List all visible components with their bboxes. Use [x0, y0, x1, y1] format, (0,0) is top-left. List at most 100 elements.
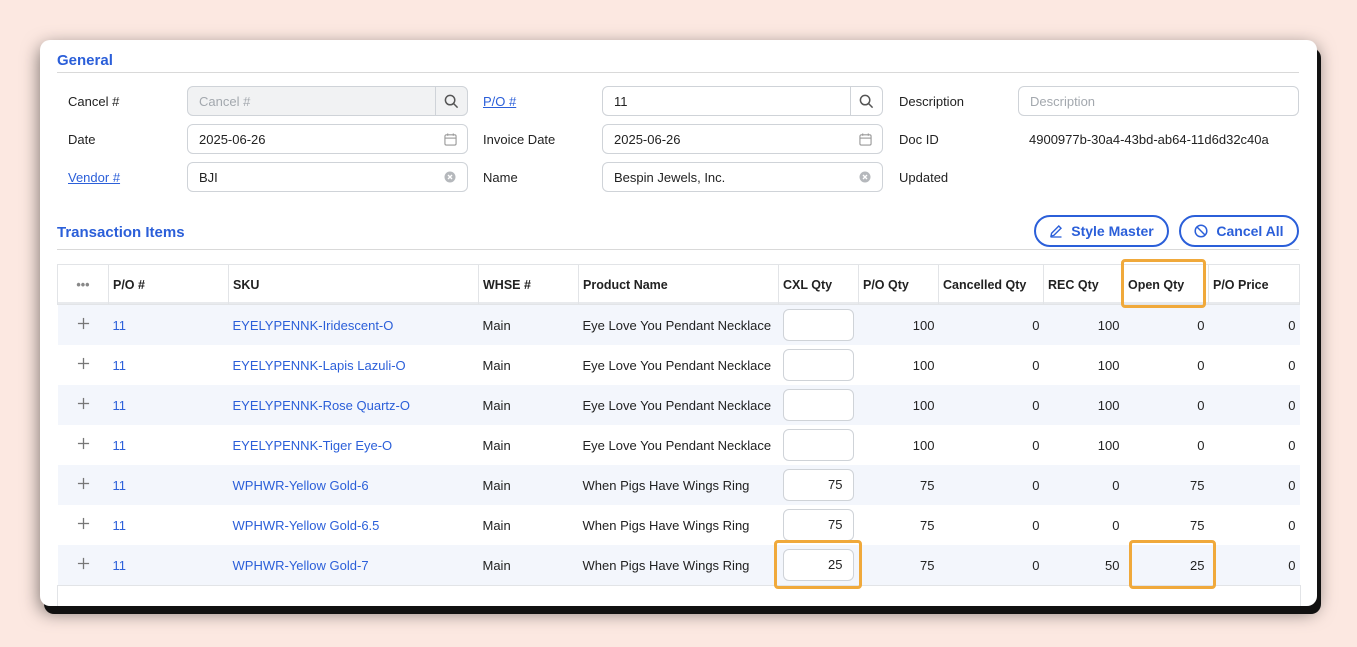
date-label: Date	[68, 132, 96, 147]
table-row: 11 EYELYPENNK-Tiger Eye-O Main Eye Love You…	[57, 425, 1300, 465]
sku-cell[interactable]: WPHWR-Yellow Gold-7	[228, 545, 479, 585]
po-number-link[interactable]: P/O #	[483, 94, 516, 109]
po-number-field[interactable]	[602, 86, 883, 116]
po-price-cell: 0	[1208, 505, 1300, 545]
expand-row-button[interactable]	[57, 465, 109, 505]
clear-icon[interactable]	[443, 170, 457, 184]
cxl-qty-input[interactable]: 25	[782, 549, 854, 581]
description-input[interactable]	[1019, 87, 1298, 115]
cxl-qty-cell	[778, 425, 859, 465]
cancel-po-form-card: General Cancel # P/O # Description Date …	[40, 40, 1317, 606]
date-field[interactable]	[187, 124, 468, 154]
table-row: 11 WPHWR-Yellow Gold-6 Main When Pigs Have …	[57, 465, 1300, 505]
column-header-sku[interactable]: SKU	[228, 264, 479, 305]
cxl-qty-input[interactable]	[782, 389, 854, 421]
po-number-input[interactable]	[603, 87, 851, 115]
cancel-number-search-button[interactable]	[435, 87, 467, 115]
doc-id-label: Doc ID	[899, 132, 939, 147]
po-qty-cell: 100	[858, 304, 939, 345]
column-header-whse[interactable]: WHSE #	[478, 264, 579, 305]
cancel-all-button[interactable]: Cancel All	[1179, 215, 1299, 247]
cancel-all-label: Cancel All	[1216, 223, 1284, 239]
search-icon	[444, 94, 459, 108]
plus-icon	[77, 317, 89, 330]
calendar-icon[interactable]	[443, 132, 457, 146]
po-number-cell[interactable]: 11	[108, 304, 229, 345]
cancelled-qty-cell: 0	[938, 505, 1044, 545]
po-number-cell[interactable]: 11	[108, 425, 229, 465]
vendor-number-link[interactable]: Vendor #	[68, 170, 120, 185]
po-number-cell[interactable]: 11	[108, 385, 229, 425]
column-header-cxl-qty[interactable]: CXL Qty	[778, 264, 859, 305]
po-number-cell[interactable]: 11	[108, 345, 229, 385]
sku-cell[interactable]: WPHWR-Yellow Gold-6	[228, 465, 479, 505]
expand-row-button[interactable]	[57, 345, 109, 385]
po-qty-cell: 75	[858, 505, 939, 545]
invoice-date-label: Invoice Date	[483, 132, 556, 147]
sku-cell[interactable]: EYELYPENNK-Iridescent-O	[228, 304, 479, 345]
plus-icon	[77, 557, 89, 570]
cxl-qty-input[interactable]: 75	[782, 509, 854, 541]
open-qty-cell: 75	[1123, 505, 1209, 545]
open-qty-cell: 0	[1123, 345, 1209, 385]
po-number-cell[interactable]: 11	[108, 465, 229, 505]
column-header-po[interactable]: P/O #	[108, 264, 229, 305]
cancelled-qty-cell: 0	[938, 385, 1044, 425]
clear-icon[interactable]	[858, 170, 872, 184]
rec-qty-cell: 100	[1043, 304, 1124, 345]
expand-row-button[interactable]	[57, 505, 109, 545]
cxl-qty-input[interactable]: 75	[782, 469, 854, 501]
cxl-qty-input[interactable]	[782, 349, 854, 381]
cancel-number-input	[188, 87, 436, 115]
plus-icon	[77, 477, 89, 490]
column-header-open-qty[interactable]: Open Qty	[1123, 264, 1209, 305]
cxl-qty-input[interactable]	[782, 429, 854, 461]
po-number-cell[interactable]: 11	[108, 505, 229, 545]
product-name-cell: Eye Love You Pendant Necklace	[578, 304, 779, 345]
expand-row-button[interactable]	[57, 545, 109, 585]
date-input[interactable]	[188, 125, 438, 153]
vendor-number-field[interactable]	[187, 162, 468, 192]
description-field[interactable]	[1018, 86, 1299, 116]
sku-cell[interactable]: WPHWR-Yellow Gold-6.5	[228, 505, 479, 545]
invoice-date-field[interactable]	[602, 124, 883, 154]
cancelled-qty-cell: 0	[938, 425, 1044, 465]
expand-row-button[interactable]	[57, 425, 109, 465]
name-label: Name	[483, 170, 518, 185]
invoice-date-input[interactable]	[603, 125, 853, 153]
column-menu-header[interactable]: •••	[57, 264, 109, 305]
po-qty-cell: 100	[858, 425, 939, 465]
whse-cell: Main	[478, 465, 579, 505]
open-qty-cell: 25	[1123, 545, 1209, 585]
product-name-cell: When Pigs Have Wings Ring	[578, 465, 779, 505]
sku-cell[interactable]: EYELYPENNK-Lapis Lazuli-O	[228, 345, 479, 385]
column-header-po-price[interactable]: P/O Price	[1208, 264, 1300, 305]
column-header-product-name[interactable]: Product Name	[578, 264, 779, 305]
cancelled-qty-cell: 0	[938, 345, 1044, 385]
rec-qty-cell: 100	[1043, 345, 1124, 385]
cxl-qty-cell	[778, 304, 859, 345]
updated-label: Updated	[899, 170, 949, 185]
table-row: 11 EYELYPENNK-Iridescent-O Main Eye Love Yo…	[57, 304, 1300, 345]
po-number-cell[interactable]: 11	[108, 545, 229, 585]
column-header-po-qty[interactable]: P/O Qty	[858, 264, 939, 305]
sku-cell[interactable]: EYELYPENNK-Tiger Eye-O	[228, 425, 479, 465]
cxl-qty-input[interactable]	[782, 309, 854, 341]
sku-cell[interactable]: EYELYPENNK-Rose Quartz-O	[228, 385, 479, 425]
style-master-button[interactable]: Style Master	[1034, 215, 1169, 247]
expand-row-button[interactable]	[57, 304, 109, 345]
column-header-cancelled-qty[interactable]: Cancelled Qty	[938, 264, 1044, 305]
cancelled-qty-cell: 0	[938, 545, 1044, 585]
column-header-rec-qty[interactable]: REC Qty	[1043, 264, 1124, 305]
po-qty-cell: 75	[858, 545, 939, 585]
name-field[interactable]	[602, 162, 883, 192]
style-master-label: Style Master	[1071, 223, 1154, 239]
expand-row-button[interactable]	[57, 385, 109, 425]
product-name-cell: Eye Love You Pendant Necklace	[578, 345, 779, 385]
vendor-number-input[interactable]	[188, 163, 438, 191]
calendar-icon[interactable]	[858, 132, 872, 146]
po-number-search-button[interactable]	[850, 87, 882, 115]
cancel-circle-icon	[1194, 224, 1208, 238]
cxl-qty-cell: 75	[778, 465, 859, 505]
name-input[interactable]	[603, 163, 853, 191]
